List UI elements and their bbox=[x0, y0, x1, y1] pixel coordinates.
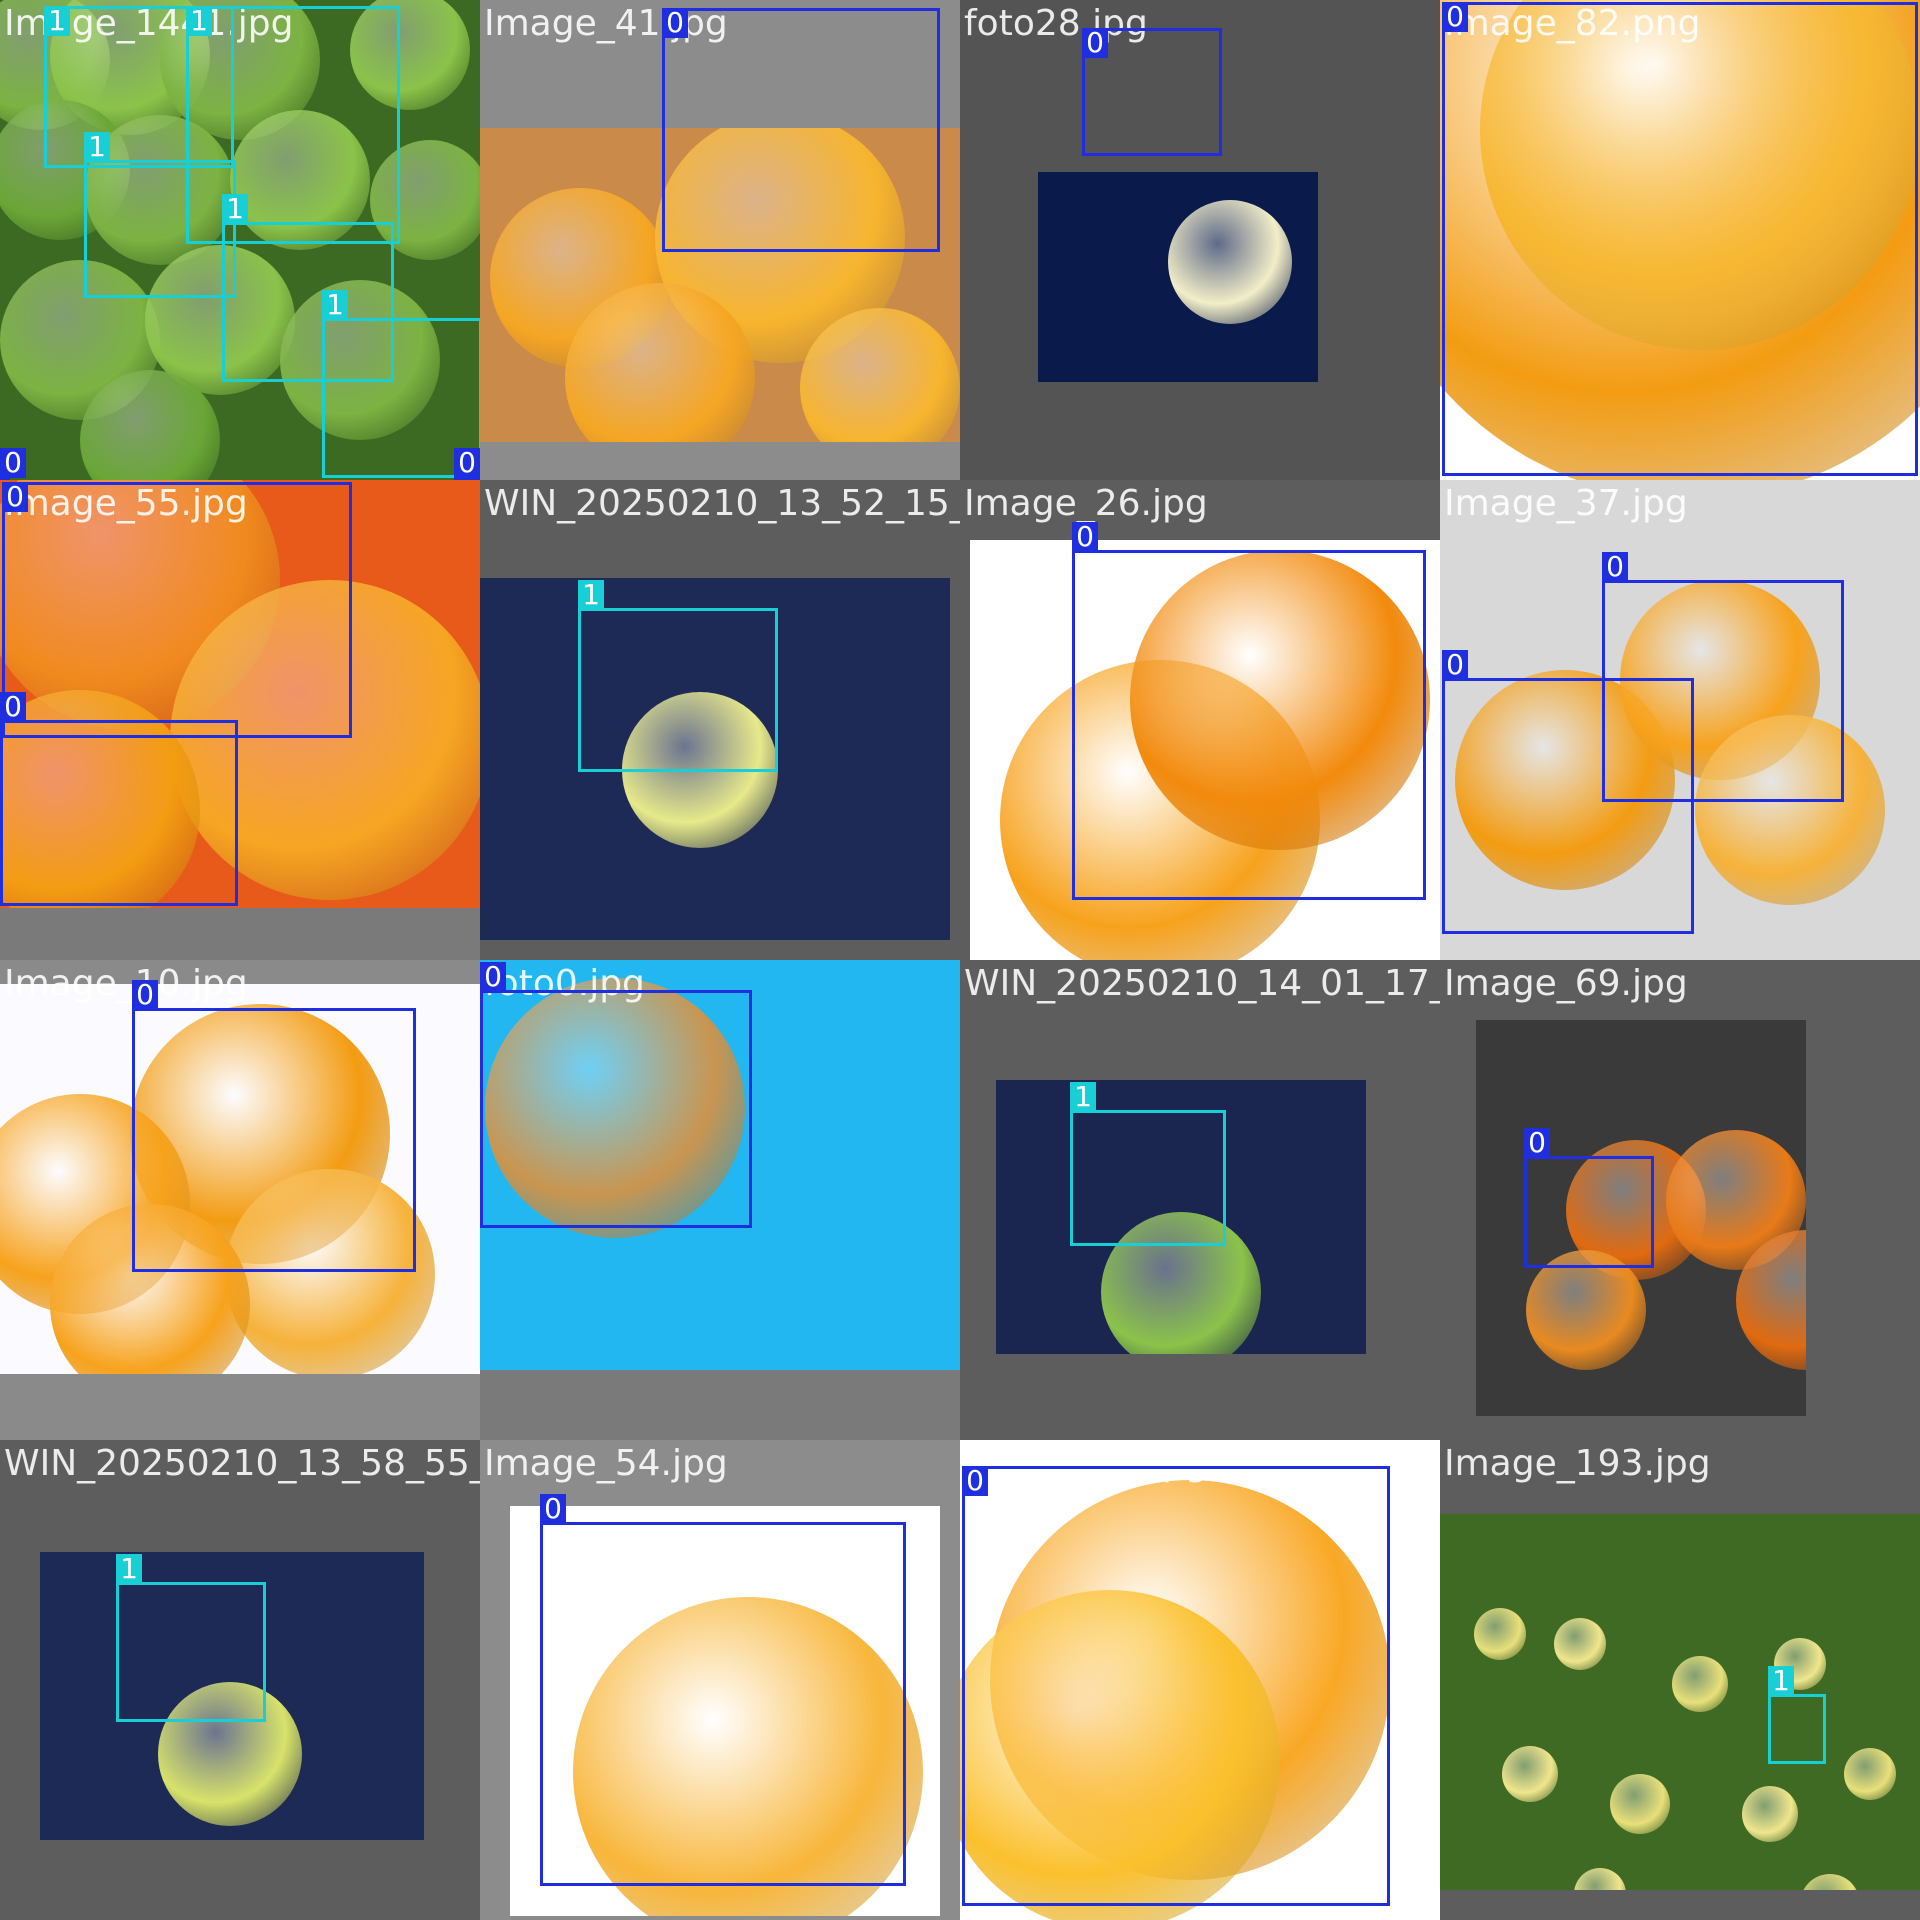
tile-filename: Image_193.jpg bbox=[1444, 1443, 1711, 1484]
bounding-box: 0 bbox=[132, 980, 416, 1272]
bounding-box: 0 bbox=[480, 962, 752, 1228]
class-label: 1 bbox=[1070, 1082, 1096, 1112]
fruit-shape bbox=[1526, 1250, 1646, 1370]
class-label: 0 bbox=[1602, 552, 1628, 582]
bounding-box: 0 bbox=[0, 692, 238, 906]
bounding-box: 0 bbox=[1442, 650, 1694, 934]
class-label: 0 bbox=[662, 8, 688, 38]
tile-filename: WIN_20250210_14_01_17_Pro.jpg bbox=[964, 963, 1440, 1004]
bounding-box: 0 bbox=[662, 8, 940, 252]
bounding-box: 0 bbox=[2, 482, 352, 738]
image-tile: Image_54.jpg 0 bbox=[480, 1440, 960, 1920]
fruit-shape bbox=[1742, 1786, 1798, 1842]
class-label: 1 bbox=[322, 290, 348, 320]
class-label: 0 bbox=[1442, 650, 1468, 680]
image-tile: Image_193.jpg 1 bbox=[1440, 1440, 1920, 1920]
fruit-shape bbox=[1554, 1618, 1606, 1670]
bounding-box: 1 bbox=[84, 132, 236, 298]
bounding-box: 0 bbox=[1524, 1128, 1654, 1268]
class-label: 0 bbox=[1524, 1128, 1550, 1158]
fruit-shape bbox=[1844, 1748, 1896, 1800]
fruit-shape bbox=[1502, 1746, 1558, 1802]
fruit-shape bbox=[1168, 200, 1292, 324]
image-tile: Image_41.jpg 0 bbox=[480, 0, 960, 480]
image-tile: Image_82.png 0 bbox=[1440, 0, 1920, 480]
class-label: 1 bbox=[578, 580, 604, 610]
image-tile: WIN_20250210_14_01_17_Pro.jpg 1 bbox=[960, 960, 1440, 1440]
class-label: 0 bbox=[0, 448, 26, 478]
bounding-box: 0 bbox=[1072, 522, 1426, 900]
bounding-box: 1 bbox=[1768, 1666, 1826, 1764]
class-label: 1 bbox=[1768, 1666, 1794, 1696]
image-tile: Image_10.jpg 0 bbox=[0, 960, 480, 1440]
fruit-shape bbox=[1672, 1656, 1728, 1712]
bounding-box: 0 bbox=[1442, 2, 1918, 476]
tile-filename: WIN_20250210_13_58_55_Pro.jpg bbox=[4, 1443, 480, 1484]
image-tile: foto0.jpg 0 bbox=[480, 960, 960, 1440]
class-label: 1 bbox=[186, 6, 212, 36]
bounding-box: 0 bbox=[1082, 28, 1222, 156]
tile-filename: Image_69.jpg bbox=[1444, 963, 1688, 1004]
tile-filename: Image_54.jpg bbox=[484, 1443, 728, 1484]
class-label: 0 bbox=[540, 1494, 566, 1524]
image-tile: WIN_20250210_13_52_15_Pro.jpg 1 bbox=[480, 480, 960, 960]
class-label: 0 bbox=[2, 482, 28, 512]
bounding-box: 1 bbox=[116, 1554, 266, 1722]
bounding-box: 1 bbox=[1070, 1082, 1226, 1246]
image-tile: Image_55.jpg 0 0 bbox=[0, 480, 480, 960]
class-label: 0 bbox=[454, 448, 480, 478]
tile-filename: Image_26.jpg bbox=[964, 483, 1208, 524]
class-label: 0 bbox=[480, 962, 506, 992]
image-tile: Image_37.jpg 0 0 bbox=[1440, 480, 1920, 960]
tile-filename: Image_10.jpg bbox=[4, 963, 248, 1004]
tile-photo bbox=[1038, 172, 1318, 382]
image-tile: Image_26.jpg 0 bbox=[960, 480, 1440, 960]
class-label: 0 bbox=[0, 692, 26, 722]
image-tile: Image_99.jpg 0 bbox=[960, 1440, 1440, 1920]
class-label: 0 bbox=[1072, 522, 1098, 552]
class-label: 1 bbox=[44, 6, 70, 36]
class-label: 1 bbox=[222, 194, 248, 224]
bounding-box: 0 bbox=[962, 1466, 1390, 1906]
class-label: 0 bbox=[132, 980, 158, 1010]
class-label: 0 bbox=[1082, 28, 1108, 58]
image-tile: foto28.jpg 0 bbox=[960, 0, 1440, 480]
class-label: 1 bbox=[84, 132, 110, 162]
image-tile: Image_69.jpg 0 bbox=[1440, 960, 1920, 1440]
fruit-shape bbox=[1574, 1868, 1626, 1890]
bounding-box: 1 bbox=[578, 580, 778, 772]
fruit-shape bbox=[1474, 1608, 1526, 1660]
bounding-box: 0 bbox=[540, 1494, 906, 1886]
tile-filename: WIN_20250210_13_52_15_Pro.jpg bbox=[484, 483, 960, 524]
bounding-box: 0 bbox=[454, 448, 480, 480]
tile-filename: Image_37.jpg bbox=[1444, 483, 1688, 524]
class-label: 1 bbox=[116, 1554, 142, 1584]
tile-photo bbox=[1440, 1514, 1920, 1890]
class-label: 0 bbox=[962, 1466, 988, 1496]
fruit-shape bbox=[1800, 1874, 1860, 1890]
class-label: 0 bbox=[1442, 2, 1468, 32]
image-tile: Image_1441.jpg 1 1 1 1 1 0 0 bbox=[0, 0, 480, 480]
image-tile: WIN_20250210_13_58_55_Pro.jpg 1 bbox=[0, 1440, 480, 1920]
fruit-shape bbox=[1610, 1774, 1670, 1834]
detection-mosaic: Image_1441.jpg 1 1 1 1 1 0 0 Image_41.jpg 0 foto28… bbox=[0, 0, 1920, 1920]
